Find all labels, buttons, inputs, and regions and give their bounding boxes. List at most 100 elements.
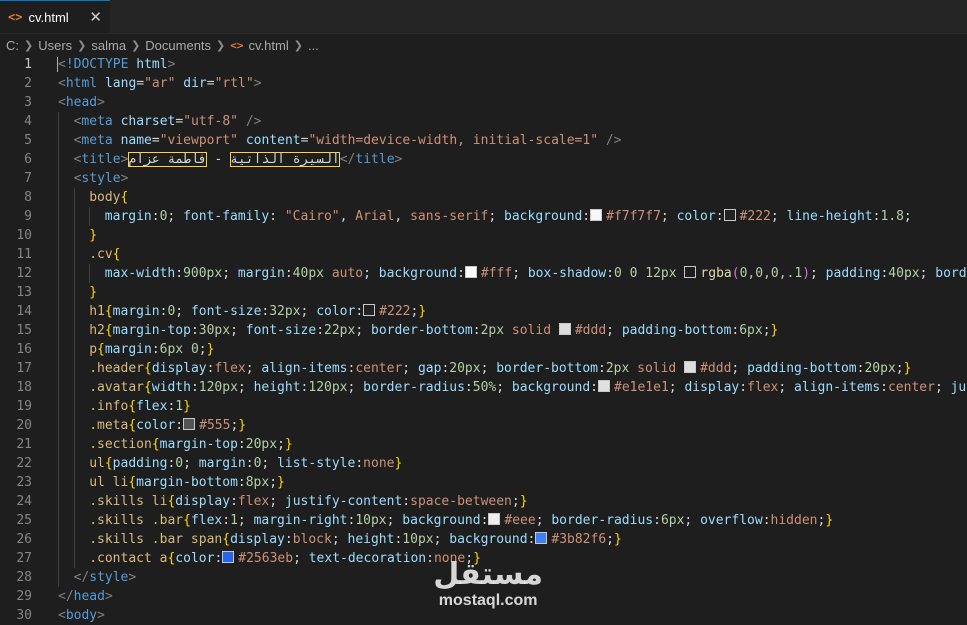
- code-editor[interactable]: 1 <!DOCTYPE html> 2 <html lang="ar" dir="rt…: [0, 55, 967, 624]
- indent-guide: [58, 416, 59, 435]
- code-line[interactable]: 16 p{margin:6px 0;}: [0, 340, 967, 359]
- code-token: 1: [175, 399, 184, 414]
- code-token: title: [81, 152, 121, 167]
- watermark-arabic: مستقل: [433, 557, 543, 592]
- code-token: 10px: [355, 513, 387, 528]
- code-token: ): [802, 266, 811, 281]
- code-token: }: [614, 532, 622, 547]
- code-line[interactable]: 19 .info{flex:1}: [0, 397, 967, 416]
- code-token: />: [605, 133, 622, 148]
- code-line[interactable]: 11 .cv{: [0, 245, 967, 264]
- code-token: head: [73, 589, 105, 604]
- code-token: margin: [112, 304, 160, 319]
- code-token: :: [472, 323, 481, 338]
- line-number: 16: [16, 342, 32, 357]
- code-token: :: [284, 266, 293, 281]
- code-token: 6px: [660, 513, 685, 528]
- code-line[interactable]: 23 ul li{margin-bottom:8px;}: [0, 473, 967, 492]
- code-text: .cv{: [89, 245, 120, 264]
- code-token: }: [519, 494, 528, 509]
- color-swatch[interactable]: [222, 551, 235, 563]
- indent-guide: [58, 530, 59, 549]
- line-number: 13: [16, 285, 32, 300]
- breadcrumb-documents[interactable]: Documents: [145, 38, 211, 53]
- color-swatch[interactable]: [488, 513, 501, 525]
- code-line[interactable]: 1 <!DOCTYPE html>: [0, 55, 967, 74]
- code-token: ;: [222, 266, 238, 281]
- line-number: 8: [24, 190, 32, 205]
- line-number: 28: [16, 570, 32, 585]
- code-line[interactable]: 13}: [0, 283, 967, 302]
- color-swatch[interactable]: [684, 361, 697, 373]
- code-line[interactable]: 20 .meta{color: #555;}: [0, 416, 967, 435]
- breadcrumb-file[interactable]: cv.html: [249, 38, 289, 53]
- close-icon[interactable]: ✕: [89, 8, 102, 26]
- code-token: !DOCTYPE: [65, 57, 129, 72]
- breadcrumb-drive[interactable]: C:: [6, 38, 19, 53]
- code-token: ;: [237, 513, 254, 528]
- code-line[interactable]: 5 <meta name="viewport" content="width=de…: [0, 131, 967, 150]
- code-token: ;: [496, 380, 512, 395]
- code-line[interactable]: 25 .skills .bar{flex:1; margin-right:10px…: [0, 511, 967, 530]
- code-line[interactable]: 15 h2{margin-top:30px; font-size:22px; bo…: [0, 321, 967, 340]
- code-text: <meta name="viewport" content="width=dev…: [74, 131, 622, 150]
- line-number: 21: [16, 437, 32, 452]
- code-line[interactable]: 14 h1{margin:0; font-size:32px; color: #22…: [0, 302, 967, 321]
- code-line[interactable]: 22 ul{padding:0; margin:0; list-style:non…: [0, 454, 967, 473]
- code-line[interactable]: 2 <html lang="ar" dir="rtl">: [0, 74, 967, 93]
- code-text: .info{flex:1}: [89, 397, 191, 416]
- code-line[interactable]: 17 .header{display:flex; align-items:cent…: [0, 359, 967, 378]
- code-token: margin: [237, 266, 285, 281]
- breadcrumb-users[interactable]: Users: [38, 38, 72, 53]
- code-line[interactable]: 9 margin:0; font-family: "Cairo", Arial, …: [0, 207, 967, 226]
- color-swatch[interactable]: [684, 266, 697, 278]
- color-swatch[interactable]: [535, 532, 548, 544]
- code-line[interactable]: 10}: [0, 226, 967, 245]
- code-token: {: [97, 342, 105, 357]
- code-line[interactable]: 21 .section{margin-top:20px;}: [0, 435, 967, 454]
- color-swatch[interactable]: [598, 380, 610, 392]
- code-token: 20px: [864, 361, 896, 376]
- code-token: {: [120, 190, 129, 205]
- code-token: lang: [104, 76, 137, 91]
- code-token: flex: [214, 361, 246, 376]
- indent-guide: [58, 226, 59, 245]
- code-line[interactable]: 26 .skills .bar span{display:block; heigh…: [0, 530, 967, 549]
- breadcrumb-symbols[interactable]: ...: [308, 38, 319, 53]
- code-text: .header{display:flex; align-items:center…: [89, 359, 911, 378]
- code-token: :: [582, 209, 591, 224]
- code-token: ;: [355, 323, 371, 338]
- code-token: margin-top: [159, 437, 238, 452]
- code-token: :: [284, 532, 293, 547]
- color-swatch[interactable]: [590, 209, 603, 221]
- color-swatch[interactable]: [183, 418, 196, 430]
- code-line[interactable]: 6 <title>فاطمة عزام - السيرة الذاتية</tit…: [0, 150, 967, 169]
- code-token: ;: [762, 323, 771, 338]
- color-swatch[interactable]: [363, 304, 376, 316]
- code-line[interactable]: 4 <meta charset="utf-8" />: [0, 112, 967, 131]
- breadcrumb-salma[interactable]: salma: [91, 38, 126, 53]
- code-line[interactable]: 24 .skills li{display:flex; justify-conte…: [0, 492, 967, 511]
- code-line[interactable]: 8 body{: [0, 188, 967, 207]
- code-text: p{margin:6px 0;}: [89, 340, 214, 359]
- code-token: }: [183, 399, 191, 414]
- code-line[interactable]: 12 max-width:900px; margin:40px auto; bac…: [0, 264, 967, 283]
- code-token: 6px: [739, 323, 763, 338]
- code-token: ;: [363, 266, 379, 281]
- tab-cv-html[interactable]: <> cv.html ✕: [0, 0, 110, 33]
- code-line[interactable]: 7 <style>: [0, 169, 967, 188]
- code-token: .skills .bar span: [89, 532, 223, 547]
- code-line[interactable]: 18 .avatar{width:120px; height:120px; bor…: [0, 378, 967, 397]
- color-swatch[interactable]: [464, 266, 477, 278]
- code-token: "viewport": [159, 133, 238, 148]
- chevron-right-icon: ❯: [24, 38, 34, 52]
- code-line[interactable]: 3 <head>: [0, 93, 967, 112]
- code-token: ;: [919, 266, 936, 281]
- code-token: {: [104, 323, 113, 338]
- color-swatch[interactable]: [723, 209, 736, 221]
- code-token: 8px: [245, 475, 270, 490]
- indent-guide: [58, 188, 59, 207]
- color-swatch[interactable]: [558, 323, 571, 335]
